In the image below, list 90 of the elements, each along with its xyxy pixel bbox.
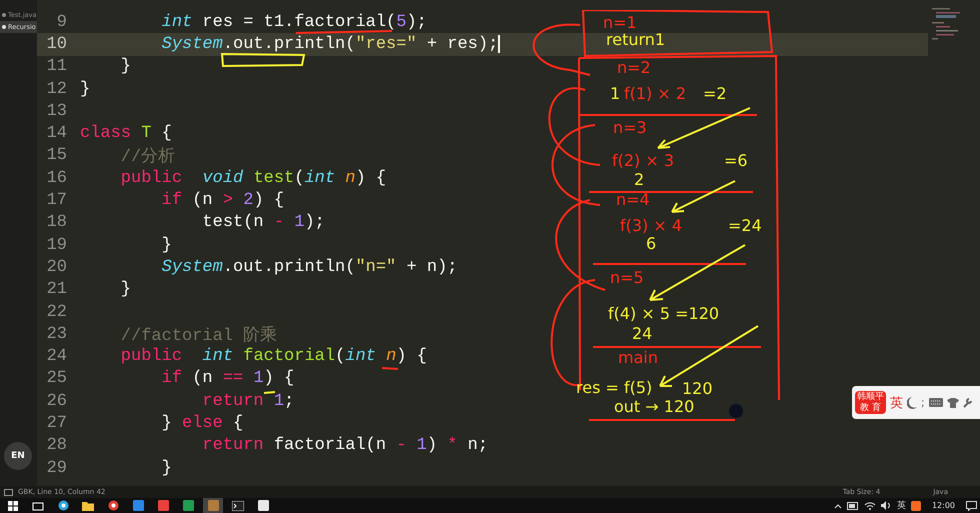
line-number: 12 [46, 80, 68, 99]
wifi-icon[interactable] [864, 501, 876, 510]
line-number: 22 [46, 302, 68, 322]
ime-logo-icon[interactable] [910, 500, 921, 510]
app-icon [132, 500, 144, 511]
browser-icon [108, 500, 118, 511]
handwritten-note: main [618, 350, 658, 366]
handwritten-note: f(2) × 3 [612, 153, 674, 169]
task-view-icon [32, 500, 44, 510]
line-number: 19 [46, 236, 68, 255]
language-button[interactable]: EN [4, 442, 32, 470]
handwritten-note: =6 [724, 153, 748, 169]
ime-mode[interactable]: 英 [890, 394, 903, 412]
shirt-icon[interactable] [946, 398, 959, 408]
handwritten-note: f(3) × 4 [620, 218, 682, 234]
line-number: 27 [46, 414, 68, 433]
browser-icon [58, 500, 68, 511]
code-line: System.out.println("res=" + res); [160, 34, 498, 54]
code-line: //分析 [120, 146, 176, 168]
handwritten-note: =24 [728, 218, 762, 234]
handwritten-note: 1 [610, 86, 620, 102]
handwritten-note: n=4 [616, 192, 650, 208]
code-line: return factorial(n - 1) * n; [201, 436, 488, 456]
line-number: 17 [46, 191, 68, 210]
line-number: 11 [46, 57, 68, 76]
code-line: public void test(int n) { [120, 168, 386, 188]
line-number: 26 [46, 392, 68, 411]
wrench-icon[interactable] [962, 398, 972, 408]
notification-icon[interactable] [966, 500, 977, 510]
code-line: } [160, 458, 172, 478]
moon-icon[interactable] [907, 396, 917, 408]
handwritten-note: out → 120 [614, 399, 694, 415]
app-icon [182, 500, 194, 511]
caret-up-icon[interactable] [834, 502, 842, 508]
handwritten-note: 120 [682, 381, 713, 397]
text-cursor [498, 35, 500, 54]
code-line: System.out.println("n=" + n); [160, 258, 458, 277]
speaker-icon[interactable] [880, 501, 892, 510]
clock[interactable]: 12:00 [932, 501, 955, 510]
terminal-icon [232, 500, 244, 510]
line-number: 14 [46, 124, 68, 144]
handwritten-note: n=5 [610, 270, 644, 286]
line-number: 16 [46, 168, 68, 188]
line-number: 21 [46, 280, 68, 300]
code-line: } [120, 57, 132, 76]
handwritten-note: return1 [606, 32, 666, 48]
line-number: 20 [46, 258, 68, 277]
code-line: int res = t1.factorial(5); [160, 12, 427, 32]
code-line: } [120, 280, 132, 300]
code-line: public int factorial(int n) { [120, 347, 427, 366]
line-number: 29 [46, 458, 68, 478]
app-icon [258, 500, 268, 511]
app-icon [158, 500, 168, 511]
code-line: } [80, 80, 90, 99]
handwritten-note: =2 [703, 86, 727, 102]
app-icon [208, 500, 218, 511]
line-number: 9 [56, 12, 68, 32]
line-number: 18 [46, 213, 68, 232]
handwritten-note: n=1 [603, 15, 637, 31]
line-number: 15 [46, 146, 68, 166]
handwritten-note: n=3 [613, 120, 647, 136]
code-line: if (n > 2) { [160, 191, 284, 210]
code-line: if (n == 1) { [160, 369, 294, 388]
battery-icon[interactable] [846, 502, 859, 510]
line-number: 10 [46, 34, 68, 54]
line-number: 13 [46, 102, 68, 121]
line-number: 25 [46, 369, 68, 388]
panel-icon[interactable] [4, 488, 13, 496]
line-number: 28 [46, 436, 68, 456]
line-number: 23 [46, 324, 68, 344]
handwritten-note: 6 [646, 236, 656, 252]
windows-icon [8, 500, 18, 510]
handwritten-note: 24 [632, 326, 652, 342]
code-line: return 1; [201, 392, 294, 411]
handwritten-note: f(1) × 2 [624, 86, 686, 102]
handwritten-note: f(4) × 5 =120 [608, 306, 720, 322]
handwritten-note: res = f(5) [576, 380, 652, 396]
brand-badge: 韩顺平 教 育 [855, 390, 886, 414]
handwritten-note: n=2 [617, 60, 651, 76]
input-method-indicator[interactable]: 英 [896, 499, 906, 512]
folder-icon [82, 500, 94, 510]
code-line: } [160, 236, 172, 255]
keyboard-icon[interactable] [928, 398, 943, 407]
code-line: } else { [160, 414, 244, 433]
code-line: class T { [80, 124, 172, 144]
code-line: test(n - 1); [201, 213, 325, 232]
handwritten-note: 2 [634, 172, 644, 188]
code-line: //factorial 阶乘 [120, 324, 278, 346]
line-number: 24 [46, 347, 68, 366]
punctuation-toggle[interactable]: ; [921, 396, 925, 409]
